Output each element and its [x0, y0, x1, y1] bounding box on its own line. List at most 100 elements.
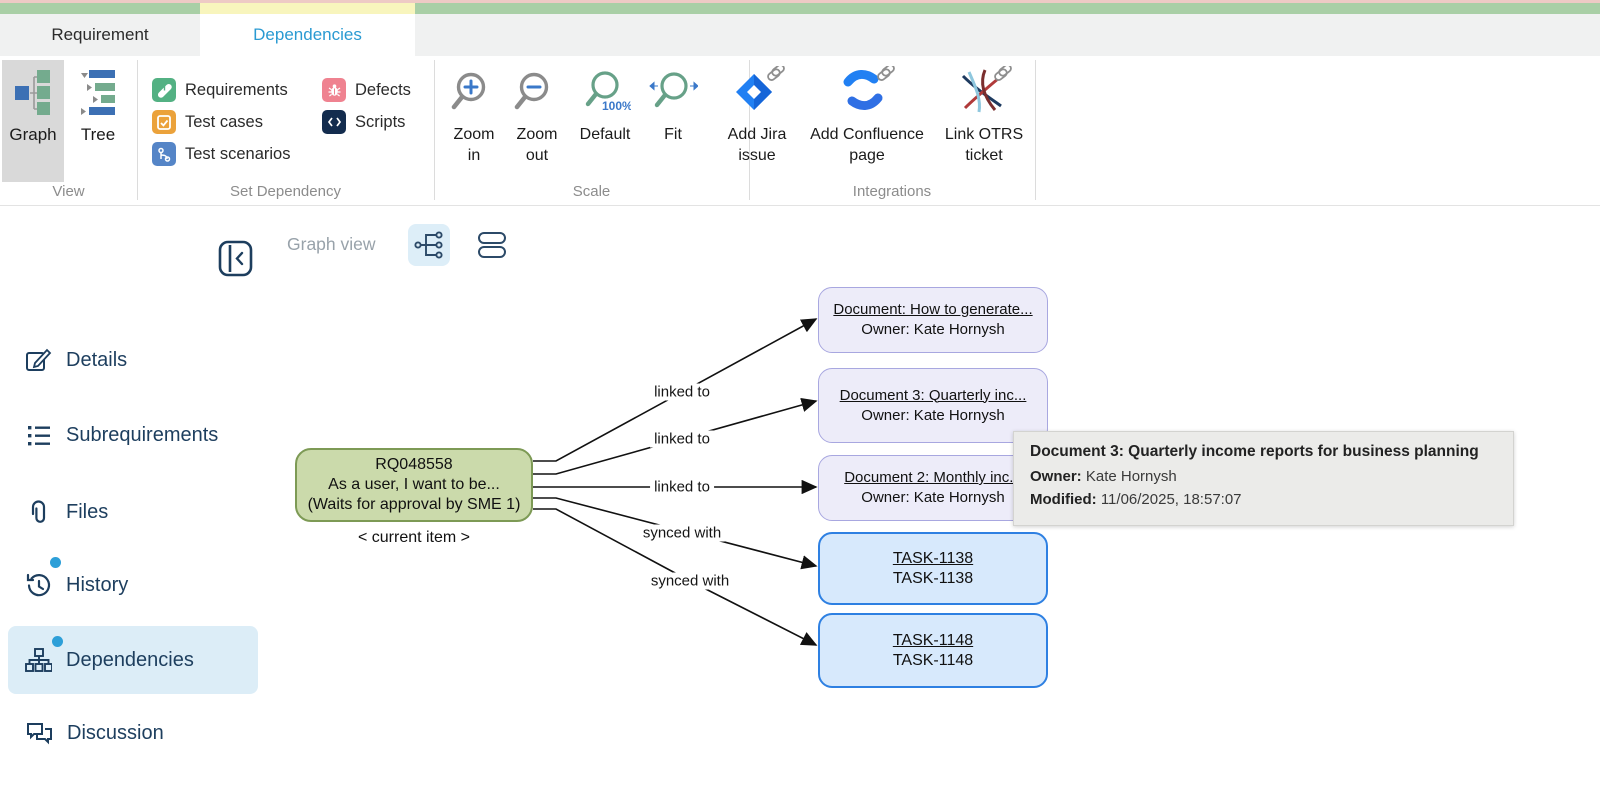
node-title: TASK-1138 — [893, 549, 973, 569]
layout-tree-icon — [413, 229, 445, 261]
sidebar-item-label: Subrequirements — [66, 424, 218, 447]
test-cases-icon — [152, 110, 176, 134]
group-divider — [137, 60, 138, 200]
zoom-in-label-1: Zoom — [454, 126, 495, 143]
set-dep-test-scenarios[interactable]: Test scenarios — [152, 141, 290, 167]
tab-requirement[interactable]: Requirement — [0, 14, 200, 56]
defects-icon — [322, 78, 346, 102]
tab-bar: Requirement Dependencies — [0, 14, 1600, 56]
zoom-in-button[interactable]: Zoom in — [445, 60, 503, 182]
group-caption-view: View — [0, 183, 137, 200]
requirements-label: Requirements — [185, 81, 288, 100]
collapse-panel-button[interactable] — [218, 240, 253, 282]
node-owner: Owner: Kate Hornysh — [861, 488, 1004, 508]
tree-icon — [79, 68, 117, 118]
set-dep-requirements[interactable]: Requirements — [152, 77, 288, 103]
tab-dependencies[interactable]: Dependencies — [200, 14, 415, 56]
layout-list-icon — [477, 229, 507, 261]
zoom-in-label-2: in — [468, 147, 480, 164]
confluence-icon — [838, 66, 896, 118]
tooltip-owner-value: Kate Hornysh — [1082, 468, 1177, 485]
sidebar-item-label: Details — [66, 349, 127, 372]
test-scenarios-label: Test scenarios — [185, 145, 290, 164]
node-title: Document 2: Monthly inc... — [844, 468, 1022, 488]
jira-label-2: issue — [738, 147, 775, 164]
list-icon — [25, 422, 52, 449]
jira-label-1: Add Jira — [728, 126, 787, 143]
confluence-label-1: Add Confluence — [810, 126, 924, 143]
edge-label: linked to — [650, 431, 714, 448]
tooltip-owner-label: Owner: — [1030, 468, 1082, 485]
sidebar-item-subrequirements[interactable]: Subrequirements — [8, 411, 258, 459]
default-scale-button[interactable]: 100% Default — [570, 60, 640, 182]
node-title: As a user, I want to be... — [328, 475, 500, 495]
tree-view-button[interactable]: Tree — [68, 60, 128, 182]
set-dep-defects[interactable]: Defects — [322, 77, 411, 103]
scripts-label: Scripts — [355, 113, 405, 132]
add-confluence-page-button[interactable]: Add Confluence page — [806, 60, 928, 182]
node-subtitle: TASK-1138 — [893, 569, 973, 589]
current-item-caption: < current item > — [295, 529, 533, 547]
sidebar-item-discussion[interactable]: Discussion — [8, 709, 258, 757]
tooltip-modified-value: 11/06/2025, 18:57:07 — [1097, 491, 1242, 508]
dependencies-badge-dot — [52, 636, 63, 647]
jira-icon — [728, 66, 786, 118]
test-scenarios-icon — [152, 142, 176, 166]
sidebar-item-label: Discussion — [67, 722, 164, 745]
fit-scale-icon — [648, 70, 698, 118]
node-status: (Waits for approval by SME 1) — [308, 495, 521, 515]
requirements-icon — [152, 78, 176, 102]
svg-text:100%: 100% — [602, 99, 631, 113]
group-divider — [434, 60, 435, 200]
ribbon: Graph Tree View Requirements Test cases — [0, 56, 1600, 206]
tooltip-modified-label: Modified: — [1030, 491, 1097, 508]
zoom-out-label-2: out — [526, 147, 548, 164]
layout-list-button[interactable] — [470, 226, 514, 264]
graph-icon — [13, 68, 53, 118]
zoom-out-icon — [514, 70, 560, 118]
zoom-out-label-1: Zoom — [517, 126, 558, 143]
otrs-icon — [955, 66, 1013, 118]
default-scale-label: Default — [580, 124, 631, 145]
node-id: RQ048558 — [375, 455, 452, 475]
set-dep-test-cases[interactable]: Test cases — [152, 109, 263, 135]
sidebar-item-label: Dependencies — [66, 649, 194, 672]
paperclip-icon — [25, 499, 52, 526]
edge-label: linked to — [650, 384, 714, 401]
current-requirement-node[interactable]: RQ048558 As a user, I want to be... (Wai… — [295, 448, 533, 522]
task-node[interactable]: TASK-1138 TASK-1138 — [818, 532, 1048, 605]
layout-tree-button[interactable] — [408, 224, 450, 266]
node-subtitle: TASK-1148 — [893, 651, 973, 671]
sidebar-item-details[interactable]: Details — [8, 336, 258, 384]
active-tab-band-yellow — [200, 3, 415, 14]
tree-button-label: Tree — [81, 124, 115, 145]
confluence-label-2: page — [849, 147, 885, 164]
task-node[interactable]: TASK-1148 TASK-1148 — [818, 613, 1048, 688]
document-node[interactable]: Document: How to generate... Owner: Kate… — [818, 287, 1048, 353]
tooltip-title: Document 3: Quarterly income reports for… — [1030, 443, 1497, 461]
fit-scale-button[interactable]: Fit — [648, 60, 698, 182]
set-dep-scripts[interactable]: Scripts — [322, 109, 405, 135]
sidebar-item-files[interactable]: Files — [8, 488, 258, 536]
sidebar-item-dependencies[interactable]: Dependencies — [8, 626, 258, 694]
scripts-icon — [322, 110, 346, 134]
default-scale-icon: 100% — [579, 70, 631, 118]
group-divider — [1035, 60, 1036, 200]
sidebar-item-history[interactable]: History — [8, 561, 258, 609]
node-title: Document: How to generate... — [833, 300, 1032, 320]
history-badge-dot — [50, 557, 61, 568]
add-jira-issue-button[interactable]: Add Jira issue — [720, 60, 794, 182]
zoom-out-button[interactable]: Zoom out — [508, 60, 566, 182]
collapse-panel-icon — [218, 240, 253, 277]
edge-label: synced with — [639, 525, 725, 542]
graph-view-button[interactable]: Graph — [2, 60, 64, 182]
node-title: TASK-1148 — [893, 631, 973, 651]
edge-label: linked to — [650, 479, 714, 496]
sidebar-item-label: History — [66, 574, 128, 597]
test-cases-label: Test cases — [185, 113, 263, 132]
edit-icon — [25, 347, 52, 374]
edge-label: synced with — [647, 573, 733, 590]
history-icon — [25, 572, 52, 599]
otrs-label-2: ticket — [965, 147, 1002, 164]
link-otrs-ticket-button[interactable]: Link OTRSticket — [938, 60, 1030, 182]
